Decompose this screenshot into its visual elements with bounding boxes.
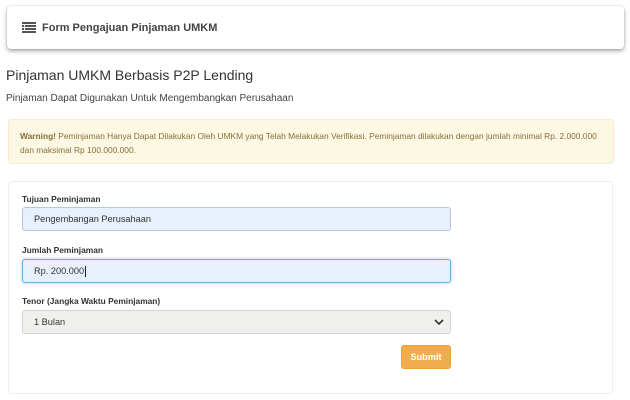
tenor-label: Tenor (Jangka Waktu Peminjaman) — [22, 296, 161, 306]
chevron-down-icon — [434, 318, 444, 326]
warning-label: Warning! — [20, 131, 56, 141]
form-title: Form Pengajuan Pinjaman UMKM — [42, 21, 218, 34]
page-subtitle: Pinjaman Dapat Digunakan Untuk Mengemban… — [6, 93, 294, 104]
page-title: Pinjaman UMKM Berbasis P2P Lending — [6, 67, 254, 83]
tenor-select[interactable]: 1 Bulan — [22, 310, 451, 334]
purpose-input[interactable]: Pengembangan Perusahaan — [22, 207, 451, 231]
purpose-value: Pengembangan Perusahaan — [34, 214, 151, 224]
submit-button[interactable]: Submit — [401, 345, 451, 369]
tenor-selected-value: 1 Bulan — [34, 317, 66, 327]
warning-alert: Warning! Peminjaman Hanya Dapat Dilakuka… — [8, 119, 614, 164]
amount-input[interactable]: Rp. 200.000 — [22, 259, 451, 283]
amount-value: Rp. 200.000 — [34, 266, 85, 276]
text-caret — [85, 265, 87, 277]
menu-list-icon[interactable] — [22, 22, 36, 33]
warning-text: Peminjaman Hanya Dapat Dilakukan Oleh UM… — [20, 131, 597, 155]
top-bar: Form Pengajuan Pinjaman UMKM — [7, 6, 624, 49]
purpose-label: Tujuan Peminjaman — [22, 194, 101, 204]
page: Form Pengajuan Pinjaman UMKM Pinjaman UM… — [0, 0, 630, 400]
amount-label: Jumlah Peminjaman — [22, 245, 103, 255]
